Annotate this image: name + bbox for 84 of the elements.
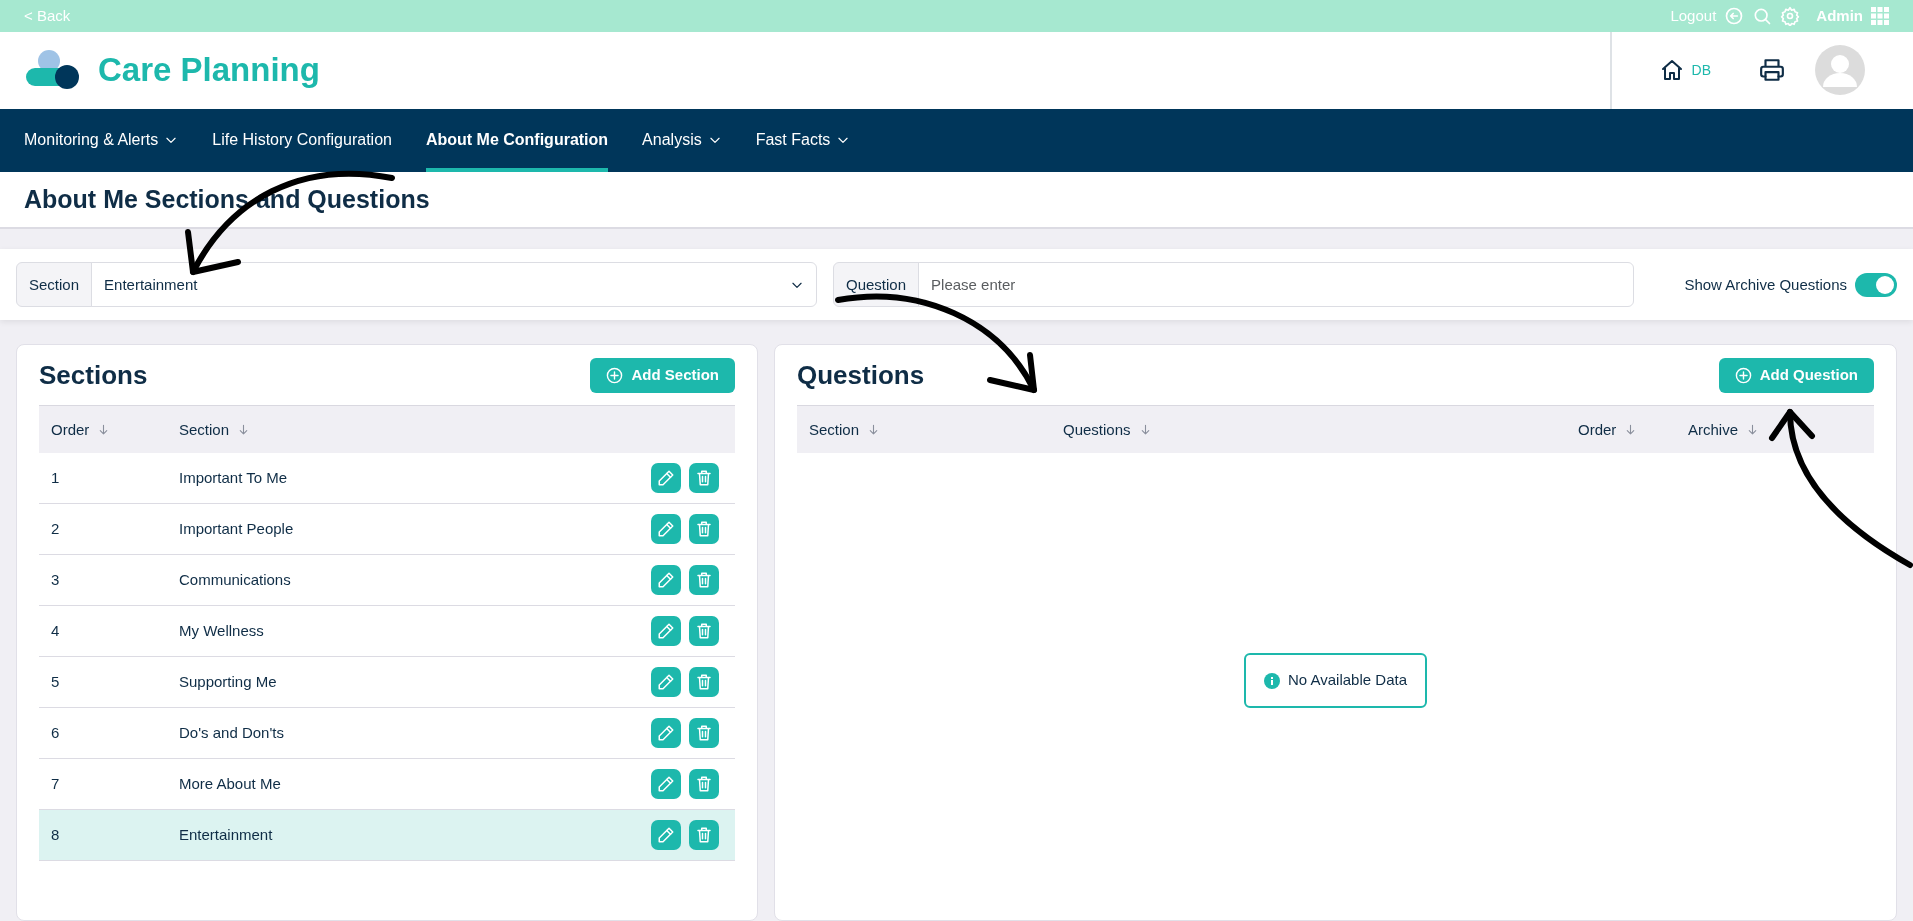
trash-icon [695, 673, 713, 692]
home-icon[interactable] [1659, 58, 1684, 83]
delete-button[interactable] [689, 667, 719, 698]
delete-button[interactable] [689, 565, 719, 596]
nav-tab[interactable]: Life History Configuration [212, 108, 392, 172]
table-row[interactable]: 5 Supporting Me [39, 657, 735, 709]
table-cell-text: Do's and Don'ts [179, 723, 285, 744]
empty-message-text: No Available Data [1288, 670, 1407, 691]
select-value: Entertainment [104, 274, 198, 295]
delete-button[interactable] [689, 463, 719, 494]
pencil-icon [657, 520, 675, 539]
table-cell-text: 2 [50, 519, 61, 540]
pencil-icon [657, 826, 675, 845]
panel-title: Sections [39, 358, 148, 392]
plus-circle-icon [1734, 366, 1752, 384]
column-header[interactable]: Order [51, 418, 90, 442]
nav-tab[interactable]: Monitoring & Alerts [24, 108, 179, 172]
table-cell-text: 7 [50, 774, 61, 795]
column-header[interactable]: Archive [1688, 418, 1739, 442]
apps-grid-icon[interactable] [1871, 6, 1889, 25]
table-cell-text: 4 [50, 621, 61, 642]
field-label: Section [16, 262, 93, 308]
edit-button[interactable] [651, 514, 681, 545]
delete-button[interactable] [689, 616, 719, 647]
logout-icon[interactable] [1724, 5, 1745, 26]
pencil-icon [657, 469, 675, 488]
panel-title: Questions [797, 358, 925, 392]
plus-circle-icon [606, 366, 624, 384]
pencil-icon [657, 622, 675, 641]
trash-icon [695, 571, 713, 590]
edit-button[interactable] [651, 718, 681, 749]
edit-button[interactable] [651, 820, 681, 851]
archive-toggle[interactable] [1855, 272, 1897, 297]
delete-button[interactable] [689, 514, 719, 545]
table-cell-text: 3 [50, 570, 61, 591]
table-cell-text: 1 [50, 468, 61, 489]
trash-icon [695, 622, 713, 641]
column-header[interactable]: Order [1578, 418, 1617, 442]
edit-button[interactable] [651, 667, 681, 698]
table-row[interactable]: 1 Important To Me [39, 453, 735, 505]
table-cell-text: 5 [50, 672, 61, 693]
home-label: DB [1691, 60, 1711, 80]
table-cell-text: Supporting Me [179, 672, 278, 693]
toggle-label: Show Archive Questions [1684, 274, 1847, 295]
edit-button[interactable] [651, 565, 681, 596]
pencil-icon [657, 571, 675, 590]
avatar-icon[interactable] [1815, 45, 1865, 96]
nav-tab[interactable]: Analysis [642, 108, 722, 172]
settings-icon[interactable] [1780, 5, 1801, 26]
column-header[interactable]: Section [179, 418, 230, 442]
trash-icon [695, 724, 713, 743]
app-title: Care Planning [98, 50, 320, 91]
edit-button[interactable] [651, 463, 681, 494]
table-cell-text: More About Me [179, 774, 282, 795]
delete-button[interactable] [689, 718, 719, 749]
delete-button[interactable] [689, 820, 719, 851]
column-header[interactable]: Questions [1063, 418, 1131, 442]
pencil-icon [657, 775, 675, 794]
nav-tab[interactable]: Fast Facts [755, 108, 851, 172]
question-field[interactable]: Please enter [918, 262, 1634, 308]
trash-icon [695, 520, 713, 539]
table-row[interactable]: 8 Entertainment [39, 810, 735, 862]
table-cell-text: Important To Me [179, 468, 289, 489]
delete-button[interactable] [689, 769, 719, 800]
pencil-icon [657, 724, 675, 743]
table-cell-text: 6 [50, 723, 61, 744]
table-row[interactable]: 3 Communications [39, 555, 735, 607]
edit-button[interactable] [651, 769, 681, 800]
table-row[interactable]: 4 My Wellness [39, 606, 735, 658]
edit-button[interactable] [651, 616, 681, 647]
pencil-icon [657, 673, 675, 692]
table-row[interactable]: 6 Do's and Don'ts [39, 708, 735, 760]
column-header[interactable]: Section [809, 418, 860, 442]
info-icon [1264, 672, 1280, 689]
table-cell-text: Entertainment [179, 825, 274, 846]
table-cell-text: Important People [179, 519, 295, 540]
table-cell-text: 8 [50, 825, 61, 846]
trash-icon [695, 826, 713, 845]
printer-icon[interactable] [1759, 57, 1785, 84]
table-cell-text: Communications [179, 570, 292, 591]
table-cell-text: My Wellness [179, 621, 265, 642]
trash-icon [695, 775, 713, 794]
trash-icon [695, 469, 713, 488]
table-row[interactable]: 2 Important People [39, 504, 735, 556]
